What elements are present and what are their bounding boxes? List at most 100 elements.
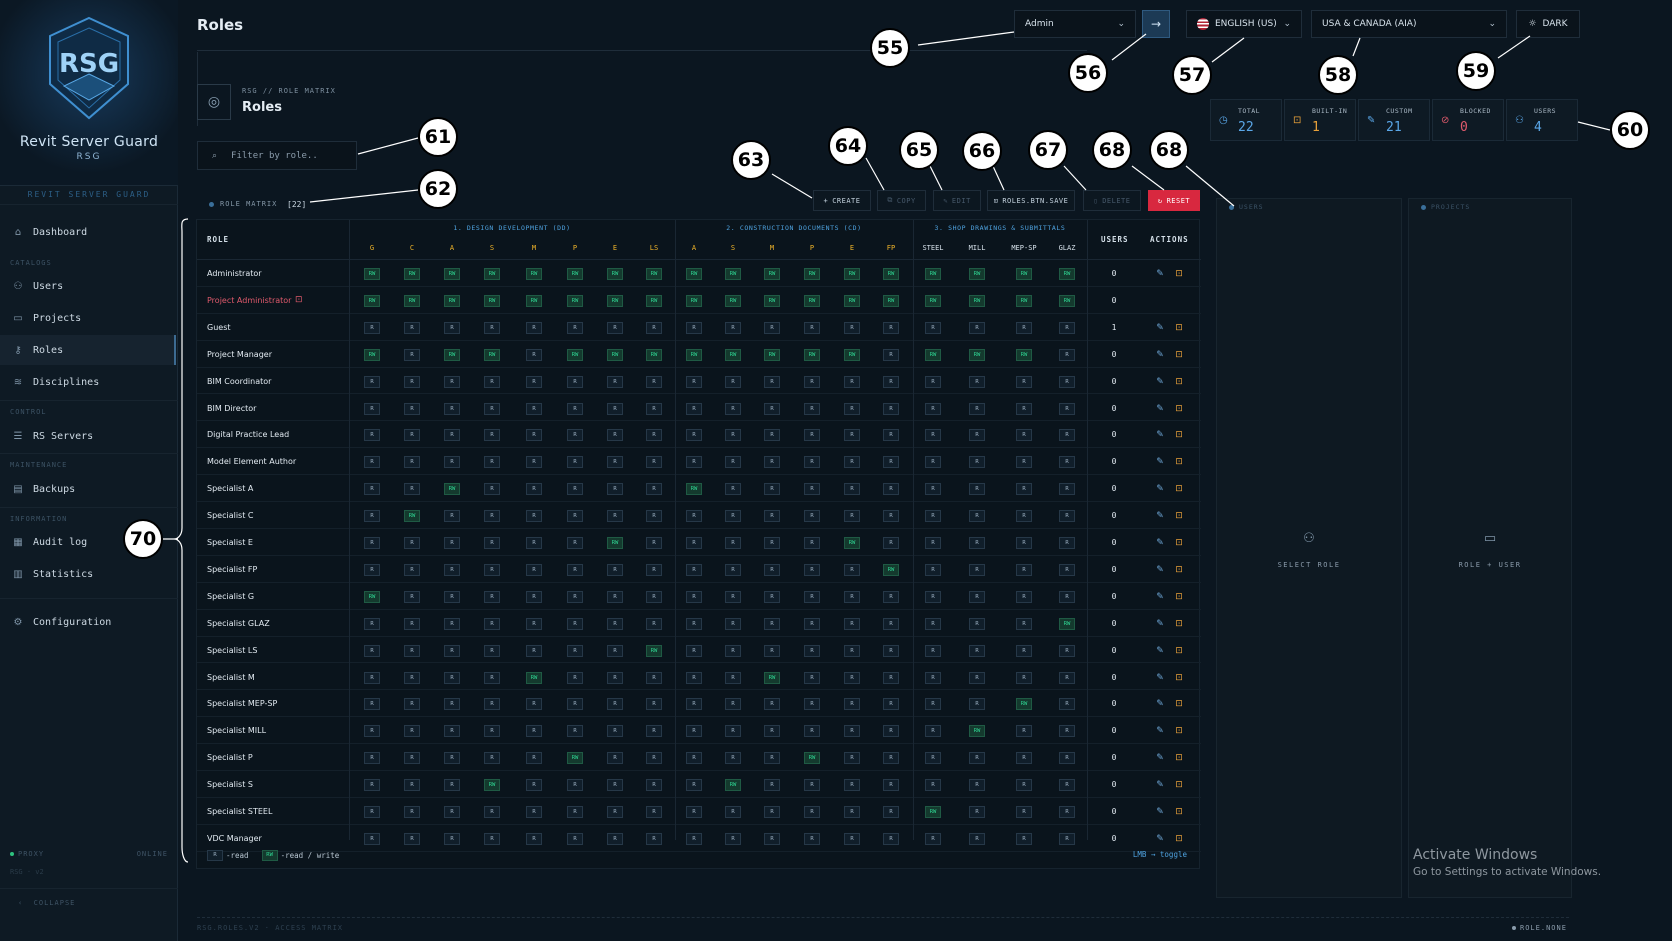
edit-icon[interactable]: ✎: [1153, 644, 1167, 658]
permission-cell[interactable]: R: [404, 402, 420, 415]
search-input[interactable]: ⌕ Filter by role..: [197, 141, 357, 170]
lock-icon[interactable]: ⊡: [1172, 644, 1186, 658]
permission-cell[interactable]: R: [725, 483, 741, 496]
permission-cell[interactable]: R: [444, 537, 460, 549]
sidebar-item-projects[interactable]: ▭ Projects: [0, 303, 176, 333]
permission-cell[interactable]: R: [567, 617, 583, 630]
permission-cell[interactable]: R: [444, 617, 460, 630]
permission-cell[interactable]: R: [646, 590, 662, 603]
permission-cell[interactable]: R: [607, 510, 623, 523]
permission-cell[interactable]: RW: [526, 294, 542, 307]
permission-cell[interactable]: R: [646, 402, 662, 415]
permission-cell[interactable]: R: [404, 537, 420, 549]
permission-cell[interactable]: R: [844, 456, 860, 469]
sidebar-item-backups[interactable]: ▤ Backups: [0, 474, 176, 504]
permission-cell[interactable]: R: [526, 321, 542, 334]
permission-cell[interactable]: R: [567, 402, 583, 415]
permission-cell[interactable]: R: [844, 617, 860, 630]
permission-cell[interactable]: R: [844, 563, 860, 576]
edit-icon[interactable]: ✎: [1153, 805, 1167, 819]
permission-cell[interactable]: R: [844, 321, 860, 334]
permission-cell[interactable]: R: [526, 698, 542, 711]
permission-cell[interactable]: R: [925, 590, 941, 603]
sidebar-item-disciplines[interactable]: ≋ Disciplines: [0, 367, 176, 397]
permission-cell[interactable]: R: [686, 563, 702, 576]
sidebar-item-statistics[interactable]: ▥ Statistics: [0, 559, 176, 589]
permission-cell[interactable]: RW: [484, 779, 500, 792]
permission-cell[interactable]: R: [646, 752, 662, 765]
permission-cell[interactable]: R: [1016, 483, 1032, 496]
permission-cell[interactable]: R: [1016, 725, 1032, 738]
edit-icon[interactable]: ✎: [1153, 509, 1167, 523]
permission-cell[interactable]: RW: [646, 348, 662, 361]
permission-cell[interactable]: RW: [969, 725, 985, 738]
permission-cell[interactable]: R: [364, 752, 380, 765]
permission-cell[interactable]: R: [607, 321, 623, 334]
table-row[interactable]: Specialist C R RW R R R R R R R R R R R R R R R R 0 ✎ ⊡: [197, 502, 1201, 529]
permission-cell[interactable]: R: [484, 832, 500, 845]
permission-cell[interactable]: R: [764, 779, 780, 792]
edit-icon[interactable]: ✎: [1153, 724, 1167, 738]
permission-cell[interactable]: R: [484, 752, 500, 765]
permission-cell[interactable]: R: [804, 563, 820, 576]
permission-cell[interactable]: R: [484, 806, 500, 818]
lock-icon[interactable]: ⊡: [1172, 563, 1186, 577]
permission-cell[interactable]: R: [686, 752, 702, 765]
permission-cell[interactable]: R: [404, 832, 420, 845]
permission-cell[interactable]: R: [404, 644, 420, 657]
permission-cell[interactable]: R: [404, 725, 420, 738]
permission-cell[interactable]: R: [607, 725, 623, 738]
permission-cell[interactable]: RW: [646, 268, 662, 280]
edit-icon[interactable]: ✎: [1153, 482, 1167, 496]
edit-icon[interactable]: ✎: [1153, 267, 1167, 281]
table-row[interactable]: Specialist E R R R R R R RW R R R R R RW R R R R R 0 ✎ ⊡: [197, 529, 1201, 556]
permission-cell[interactable]: R: [883, 752, 899, 765]
permission-cell[interactable]: R: [646, 806, 662, 818]
permission-cell[interactable]: R: [804, 483, 820, 496]
permission-cell[interactable]: R: [725, 456, 741, 469]
permission-cell[interactable]: RW: [646, 644, 662, 657]
permission-cell[interactable]: R: [607, 832, 623, 845]
permission-cell[interactable]: RW: [444, 268, 460, 280]
permission-cell[interactable]: R: [364, 644, 380, 657]
permission-cell[interactable]: R: [804, 725, 820, 738]
permission-cell[interactable]: R: [646, 375, 662, 388]
permission-cell[interactable]: R: [764, 752, 780, 765]
permission-cell[interactable]: R: [646, 779, 662, 792]
edit-icon[interactable]: ✎: [1153, 697, 1167, 711]
permission-cell[interactable]: R: [444, 510, 460, 523]
permission-cell[interactable]: R: [969, 806, 985, 818]
permission-cell[interactable]: RW: [364, 294, 380, 307]
permission-cell[interactable]: R: [1016, 779, 1032, 792]
permission-cell[interactable]: R: [725, 563, 741, 576]
permission-cell[interactable]: R: [484, 321, 500, 334]
theme-toggle[interactable]: ☼ DARK: [1516, 10, 1580, 38]
permission-cell[interactable]: R: [1059, 806, 1075, 818]
permission-cell[interactable]: RW: [567, 268, 583, 280]
permission-cell[interactable]: R: [1016, 456, 1032, 469]
lock-icon[interactable]: ⊡: [1172, 778, 1186, 792]
edit-icon[interactable]: ✎: [1153, 402, 1167, 416]
permission-cell[interactable]: R: [764, 698, 780, 711]
permission-cell[interactable]: R: [764, 429, 780, 442]
permission-cell[interactable]: R: [764, 456, 780, 469]
permission-cell[interactable]: RW: [404, 510, 420, 523]
permission-cell[interactable]: RW: [484, 294, 500, 307]
permission-cell[interactable]: RW: [925, 806, 941, 818]
permission-cell[interactable]: R: [484, 375, 500, 388]
permission-cell[interactable]: R: [764, 725, 780, 738]
permission-cell[interactable]: R: [484, 617, 500, 630]
permission-cell[interactable]: R: [1016, 832, 1032, 845]
permission-cell[interactable]: R: [883, 671, 899, 684]
table-row[interactable]: Specialist M R R R R RW R R R R R RW R R R R R R R 0 ✎ ⊡: [197, 664, 1201, 691]
edit-icon[interactable]: ✎: [1153, 590, 1167, 604]
permission-cell[interactable]: R: [404, 375, 420, 388]
permission-cell[interactable]: R: [444, 752, 460, 765]
permission-cell[interactable]: R: [1059, 402, 1075, 415]
permission-cell[interactable]: R: [607, 779, 623, 792]
permission-cell[interactable]: R: [607, 806, 623, 818]
permission-cell[interactable]: R: [764, 483, 780, 496]
permission-cell[interactable]: R: [925, 644, 941, 657]
permission-cell[interactable]: R: [364, 429, 380, 442]
permission-cell[interactable]: R: [526, 402, 542, 415]
